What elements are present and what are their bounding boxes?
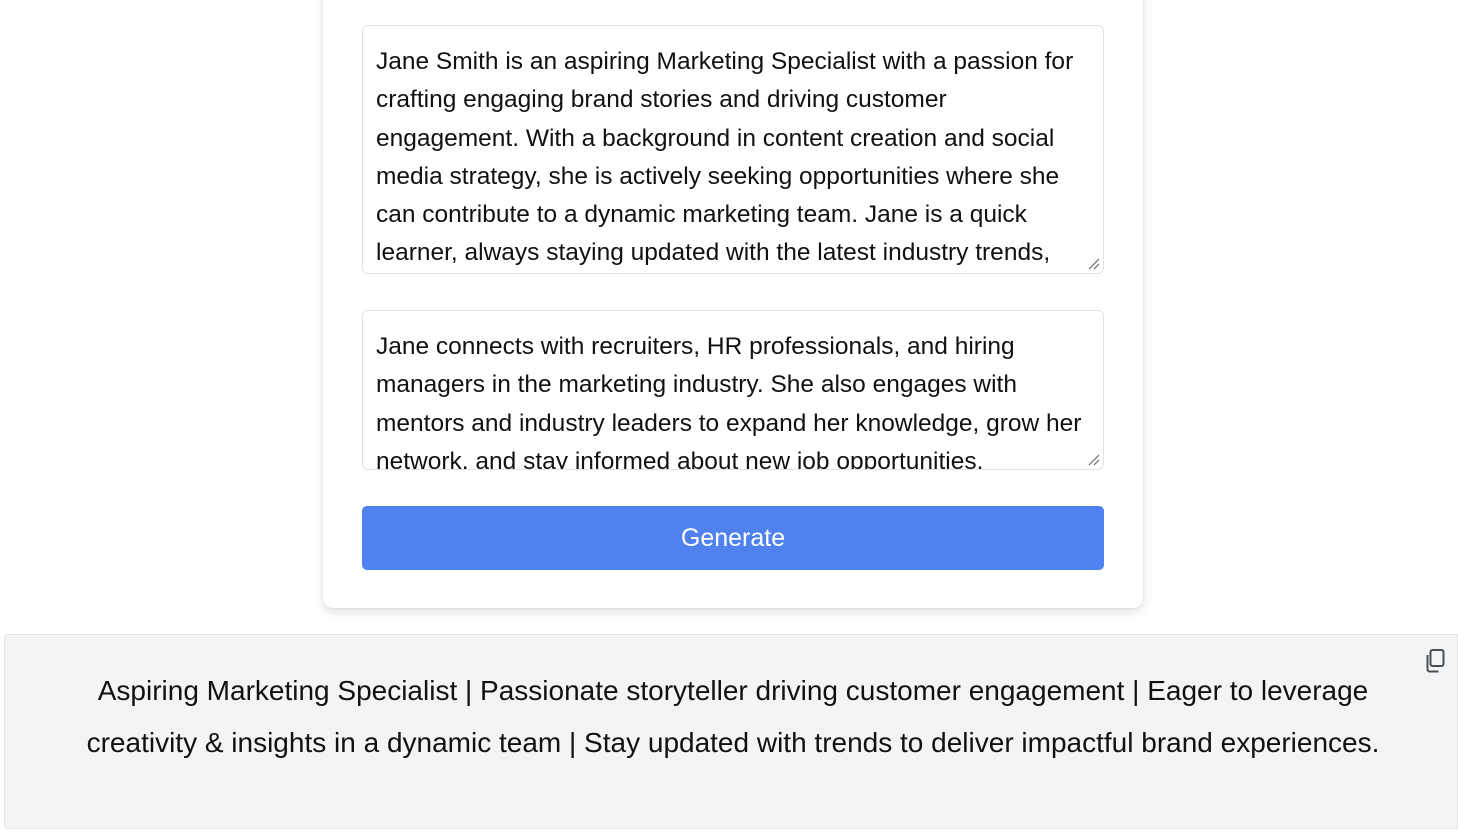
generate-button[interactable]: Generate bbox=[362, 506, 1104, 570]
resize-handle-icon[interactable] bbox=[1087, 453, 1100, 466]
output-panel: Aspiring Marketing Specialist | Passiona… bbox=[4, 634, 1458, 829]
connections-textarea[interactable]: Jane connects with recruiters, HR profes… bbox=[362, 310, 1104, 470]
bio-textarea[interactable]: Jane Smith is an aspiring Marketing Spec… bbox=[362, 25, 1104, 274]
generated-headline: Aspiring Marketing Specialist | Passiona… bbox=[86, 675, 1380, 758]
resize-handle-icon[interactable] bbox=[1087, 257, 1100, 270]
bio-text: Jane Smith is an aspiring Marketing Spec… bbox=[376, 48, 1074, 267]
connections-text: Jane connects with recruiters, HR profes… bbox=[376, 333, 1082, 470]
copy-icon bbox=[1426, 649, 1445, 673]
copy-button[interactable] bbox=[1420, 646, 1450, 676]
